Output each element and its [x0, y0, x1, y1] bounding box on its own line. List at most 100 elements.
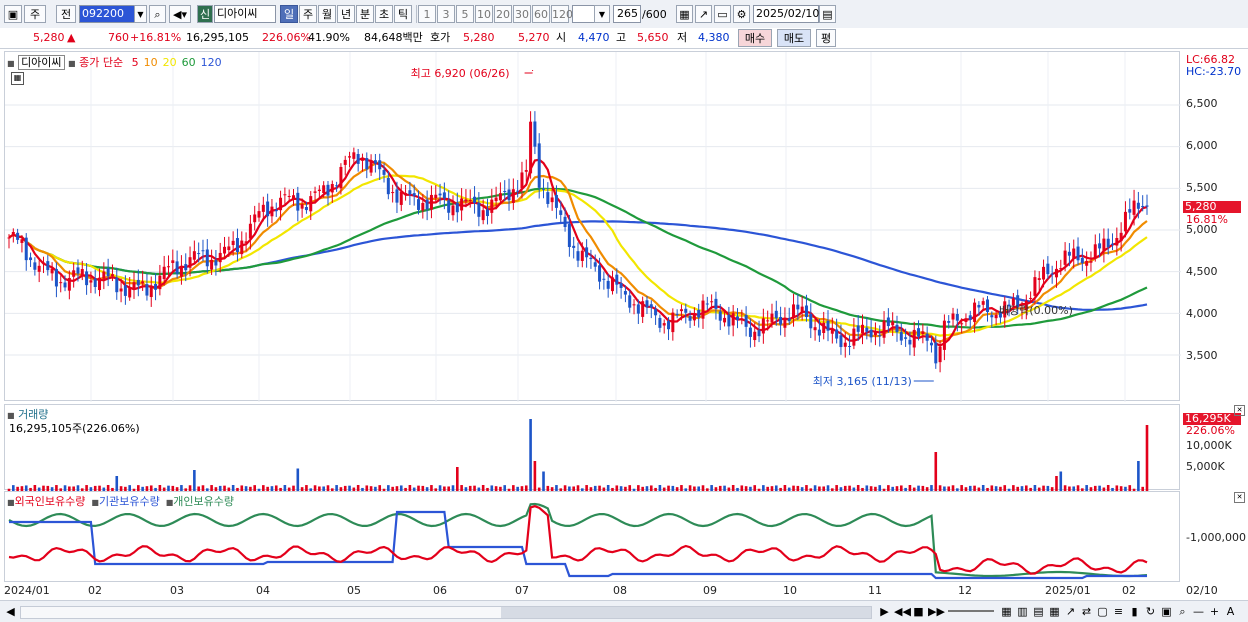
candle-body	[740, 318, 744, 320]
candle-body	[274, 209, 278, 212]
zoom-slider[interactable]	[948, 610, 994, 612]
minute-button[interactable]: 60	[532, 5, 550, 23]
candle-body	[546, 192, 550, 204]
price-panel[interactable]: 최고 6,920 (06/26) 최저 3,165 (11/13) 배당락(0.00…	[4, 51, 1181, 402]
stock-name-field[interactable]: 디아이씨	[214, 5, 276, 23]
minute-button[interactable]: 20	[494, 5, 512, 23]
interval-button[interactable]: 월	[318, 5, 336, 23]
candle-body	[473, 196, 477, 203]
close-icon[interactable]: ✕	[1234, 405, 1245, 416]
chevron-down-icon[interactable]: ▼	[594, 5, 610, 23]
chart-type-icon[interactable]: ▣	[4, 5, 22, 23]
forward-icon[interactable]: ▶▶	[928, 605, 945, 618]
eval-button[interactable]: 평	[816, 29, 836, 47]
interval-button[interactable]: 틱	[394, 5, 412, 23]
candle-body	[244, 241, 248, 243]
table-icon[interactable]: ▤	[1032, 605, 1045, 618]
search-icon[interactable]: ⌕	[149, 5, 166, 23]
candle-body	[529, 121, 533, 174]
candle-body	[938, 346, 942, 363]
interval-button[interactable]: 년	[337, 5, 355, 23]
candle-body	[1063, 250, 1067, 265]
buy-button[interactable]: 매수	[738, 29, 772, 47]
minute-button[interactable]: 5	[456, 5, 474, 23]
line-icon[interactable]: ↗	[1064, 605, 1077, 618]
candle-body	[516, 190, 520, 192]
candle-body	[455, 202, 459, 213]
interval-button[interactable]: 초	[375, 5, 393, 23]
holdings-panel[interactable]: ■외국인보유수량 ■기관보유수량 ■개인보유수량	[4, 491, 1180, 582]
x-axis-label: 06	[433, 584, 447, 597]
volume-panel[interactable]: ■ 거래량 16,295,105주(226.06%)	[4, 404, 1181, 491]
candle-body	[921, 331, 925, 334]
minute-button[interactable]: 10	[475, 5, 493, 23]
stop-icon[interactable]: ■	[912, 605, 925, 618]
candle-body	[580, 250, 584, 261]
gear-icon[interactable]: ⚙	[733, 5, 750, 23]
bar-icon[interactable]: ▮	[1128, 605, 1141, 618]
volume-axis: 16,295K 226.06% 10,000K 5,000K	[1180, 404, 1244, 490]
interval-button[interactable]: 분	[356, 5, 374, 23]
play-icon[interactable]: ▶	[878, 605, 891, 618]
minute-button[interactable]: 30	[513, 5, 531, 23]
line-tool-icon[interactable]: ↗	[695, 5, 712, 23]
price-chart[interactable]: 최고 6,920 (06/26) 최저 3,165 (11/13) 배당락(0.00…	[5, 52, 1181, 402]
volume-bar	[193, 470, 196, 491]
close-icon[interactable]: ✕	[1234, 492, 1245, 503]
candle-body	[964, 318, 968, 322]
interval-button[interactable]: 주	[299, 5, 317, 23]
search-icon[interactable]: ⌕	[1176, 605, 1189, 618]
candle-body	[270, 206, 274, 217]
bars-icon[interactable]: ▥	[1016, 605, 1029, 618]
count-input[interactable]: 265	[613, 5, 641, 23]
candle-body	[830, 328, 834, 334]
candle-body	[632, 304, 636, 306]
date-input[interactable]: 2025/02/10	[753, 5, 819, 23]
candle-body	[33, 262, 37, 270]
holdings-tick: -1,000,000	[1186, 531, 1246, 544]
open-price: 4,470	[578, 31, 610, 44]
rewind-icon[interactable]: ◀◀	[894, 605, 911, 618]
interval-button[interactable]: 일	[280, 5, 298, 23]
grid-icon[interactable]: ▦	[676, 5, 693, 23]
minute-button[interactable]: 120	[551, 5, 573, 23]
prev-button[interactable]: 전	[56, 5, 76, 23]
save-icon[interactable]: ▭	[714, 5, 731, 23]
chart-icon[interactable]: ▦	[1000, 605, 1013, 618]
candle-body	[826, 320, 830, 331]
refresh-icon[interactable]: ↻	[1144, 605, 1157, 618]
candle-body	[356, 154, 360, 164]
candle-body	[1054, 268, 1058, 278]
bottom-bar: ◀ ▶ ◀◀ ■ ▶▶ ▦ ▥ ▤ ▦ ↗ ⇄ ▢ ≡ ▮ ↻ ▣ ⌕ — + …	[0, 600, 1248, 622]
low-price: 4,380	[698, 31, 730, 44]
image-icon[interactable]: ▣	[1160, 605, 1173, 618]
minute-button[interactable]: 3	[437, 5, 455, 23]
list-icon[interactable]: ≡	[1112, 605, 1125, 618]
compare-icon[interactable]: ⇄	[1080, 605, 1093, 618]
box-icon[interactable]: ▢	[1096, 605, 1109, 618]
scrollbar-track[interactable]	[20, 606, 872, 619]
grid-icon[interactable]: ▦	[1048, 605, 1061, 618]
candle-body	[339, 166, 343, 189]
scroll-left-icon[interactable]: ◀	[4, 605, 17, 618]
candle-body	[188, 257, 192, 268]
speaker-icon[interactable]: ◀▾	[169, 5, 191, 23]
period-weekly-button[interactable]: 주	[24, 5, 46, 23]
scrollbar-thumb[interactable]	[501, 607, 871, 618]
candle-body	[102, 271, 106, 279]
candle-body	[511, 189, 515, 203]
candle-body	[360, 158, 364, 161]
chevron-down-icon[interactable]: ▼	[134, 5, 147, 23]
candle-body	[429, 194, 433, 210]
volume-chart[interactable]	[5, 405, 1181, 491]
price-tick: 6,000	[1186, 139, 1218, 152]
holdings-line	[8, 502, 1148, 578]
calendar-icon[interactable]: ▤	[819, 5, 836, 23]
data-table-icon[interactable]: ▦	[11, 72, 24, 85]
minute-button[interactable]: 1	[418, 5, 436, 23]
text-size-icon[interactable]: A	[1224, 605, 1237, 618]
minimize-icon[interactable]: —	[1192, 605, 1205, 618]
sell-button[interactable]: 매도	[777, 29, 811, 47]
plus-icon[interactable]: +	[1208, 605, 1221, 618]
candle-body	[485, 209, 489, 217]
